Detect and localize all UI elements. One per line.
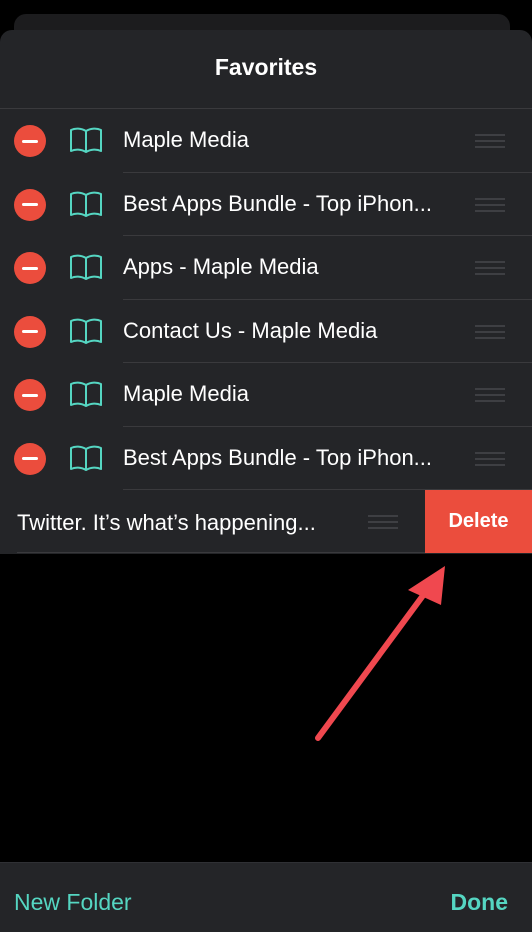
new-folder-button[interactable]: New Folder xyxy=(14,889,132,916)
book-icon xyxy=(70,254,102,280)
minus-circle-icon xyxy=(22,139,38,143)
list-item-label: Best Apps Bundle - Top iPhon... xyxy=(123,190,433,216)
list-item[interactable]: Best Apps Bundle - Top iPhon... xyxy=(0,173,532,236)
list-item-label: Maple Media xyxy=(123,127,249,152)
list-item[interactable]: Maple Media xyxy=(0,363,532,427)
done-button[interactable]: Done xyxy=(451,889,509,916)
reorder-handle-icon[interactable] xyxy=(475,261,505,275)
row-divider xyxy=(17,552,425,553)
minus-circle-icon xyxy=(22,266,38,270)
screen: Favorites Maple Media Best Apps Bundle -… xyxy=(0,0,532,932)
favorites-sheet: Favorites Maple Media Best Apps Bundle -… xyxy=(0,30,532,554)
list-item-label: Apps - Maple Media xyxy=(123,254,319,279)
swiped-list-item[interactable]: Twitter. It’s what’s happening... Delete xyxy=(0,490,532,553)
reorder-handle-icon[interactable] xyxy=(368,515,398,529)
list-item[interactable]: Contact Us - Maple Media xyxy=(0,300,532,363)
book-icon xyxy=(70,127,102,153)
reorder-handle-icon[interactable] xyxy=(475,197,505,212)
remove-button[interactable] xyxy=(14,379,46,411)
list-item-label: Maple Media xyxy=(123,381,249,406)
reorder-handle-icon[interactable] xyxy=(475,134,505,148)
book-icon xyxy=(70,381,102,407)
list-item-label: Best Apps Bundle - Top iPhon... xyxy=(123,444,433,470)
remove-button[interactable] xyxy=(14,442,46,475)
bottom-toolbar: New Folder Done xyxy=(0,862,532,932)
list-item[interactable]: Maple Media xyxy=(0,109,532,173)
book-icon xyxy=(70,445,102,471)
remove-button[interactable] xyxy=(14,252,46,284)
list-item[interactable]: Apps - Maple Media xyxy=(0,236,532,300)
bookmark-list: Maple Media Best Apps Bundle - Top iPhon… xyxy=(0,109,532,490)
book-icon xyxy=(70,191,102,217)
remove-button[interactable] xyxy=(14,188,46,221)
reorder-handle-icon[interactable] xyxy=(475,324,505,339)
minus-circle-icon xyxy=(22,393,38,397)
list-item-label: Contact Us - Maple Media xyxy=(123,317,378,343)
minus-circle-icon xyxy=(22,203,38,206)
reorder-handle-icon[interactable] xyxy=(475,388,505,402)
page-title: Favorites xyxy=(214,54,318,80)
book-icon xyxy=(70,318,102,344)
delete-button[interactable]: Delete xyxy=(425,490,532,553)
arrow-annotation-icon xyxy=(315,566,445,741)
minus-circle-icon xyxy=(22,330,38,333)
list-item[interactable]: Best Apps Bundle - Top iPhon... xyxy=(0,427,532,490)
reorder-handle-icon[interactable] xyxy=(475,451,505,466)
remove-button[interactable] xyxy=(14,125,46,157)
list-item-label: Twitter. It’s what’s happening... xyxy=(17,510,316,535)
remove-button[interactable] xyxy=(14,315,46,348)
minus-circle-icon xyxy=(22,457,38,460)
